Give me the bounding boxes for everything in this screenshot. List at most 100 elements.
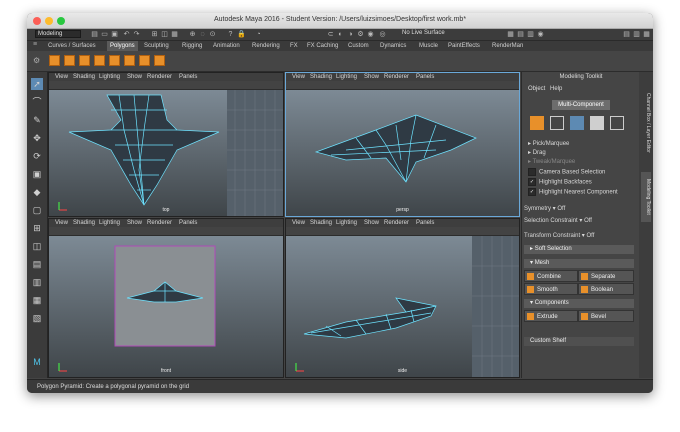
- select-hierarchy-icon[interactable]: ⊞: [151, 31, 158, 38]
- new-scene-icon[interactable]: ▤: [91, 31, 98, 38]
- poly-cone-icon[interactable]: [94, 55, 105, 66]
- transform-constraint-option[interactable]: Transform Constraint ▾ Off: [524, 232, 594, 240]
- viewport-top[interactable]: View Shading Lighting Show Renderer Pane…: [48, 72, 284, 217]
- layout-single-icon[interactable]: ▢: [31, 204, 43, 216]
- toolkit-menu-help[interactable]: Help: [550, 86, 562, 92]
- shelf-tab-curves-surfaces[interactable]: Curves / Surfaces: [45, 41, 99, 51]
- menu-lighting[interactable]: Lighting: [336, 74, 357, 80]
- poly-plane-icon[interactable]: [124, 55, 135, 66]
- layout-icon[interactable]: ▦: [507, 31, 514, 38]
- shelf-tab-muscle[interactable]: Muscle: [416, 41, 441, 51]
- select-object-icon[interactable]: ◫: [161, 31, 168, 38]
- render-icon[interactable]: ◐: [337, 31, 344, 38]
- paint-select-icon[interactable]: ✎: [31, 114, 43, 126]
- menu-renderer[interactable]: Renderer: [147, 220, 172, 226]
- layout-four-icon[interactable]: ⊞: [31, 222, 43, 234]
- viewport-toolbar[interactable]: [286, 81, 519, 90]
- poly-disc-icon[interactable]: [139, 55, 150, 66]
- history-icon[interactable]: ◔: [255, 31, 262, 38]
- attribute-editor-icon[interactable]: ▥: [633, 31, 640, 38]
- magnet-icon[interactable]: ⊂: [327, 31, 334, 38]
- viewport-toolbar[interactable]: [49, 227, 283, 236]
- face-mode-icon[interactable]: [590, 116, 604, 130]
- combine-button[interactable]: Combine: [524, 270, 578, 282]
- menu-show[interactable]: Show: [127, 74, 142, 80]
- layout-hypershade-icon[interactable]: ▦: [31, 294, 43, 306]
- shelf-tab-animation[interactable]: Animation: [210, 41, 243, 51]
- edge-mode-icon[interactable]: [570, 116, 584, 130]
- lasso-tool-icon[interactable]: ⌒: [31, 96, 43, 108]
- viewport-persp[interactable]: View Shading Lighting Show Renderer Pane…: [285, 72, 520, 217]
- menu-show[interactable]: Show: [127, 220, 142, 226]
- menu-panels[interactable]: Panels: [179, 220, 197, 226]
- select-tool-icon[interactable]: ➚: [31, 78, 43, 90]
- object-mode-icon[interactable]: [530, 116, 544, 130]
- viewport-side[interactable]: View Shading Lighting Show Renderer Pane…: [285, 218, 520, 378]
- shelf-menu-icon[interactable]: ≡: [33, 41, 37, 48]
- last-tool-icon[interactable]: ◆: [31, 186, 43, 198]
- separate-button[interactable]: Separate: [578, 270, 634, 282]
- panel-layout-icon[interactable]: ▤: [517, 31, 524, 38]
- tool-settings-icon[interactable]: ▦: [643, 31, 650, 38]
- shelf-tab-renderman[interactable]: RenderMan: [489, 41, 526, 51]
- pick-marquee-option[interactable]: ▸ Pick/Marquee: [528, 140, 569, 148]
- menu-show[interactable]: Show: [364, 74, 379, 80]
- menu-show[interactable]: Show: [364, 220, 379, 226]
- layout-side-icon[interactable]: ◫: [31, 240, 43, 252]
- menu-lighting[interactable]: Lighting: [99, 74, 120, 80]
- menu-shading[interactable]: Shading: [310, 220, 332, 226]
- live-surface-label[interactable]: No Live Surface: [402, 30, 445, 36]
- menu-shading[interactable]: Shading: [73, 220, 95, 226]
- layout-custom-icon[interactable]: ▧: [31, 312, 43, 324]
- snap-view-icon[interactable]: ?: [227, 31, 234, 38]
- undo-icon[interactable]: ↶: [123, 31, 130, 38]
- shelf-tab-custom[interactable]: Custom: [345, 41, 372, 51]
- mesh-header[interactable]: ▾ Mesh: [524, 259, 634, 268]
- bevel-button[interactable]: Bevel: [578, 310, 634, 322]
- menu-panels[interactable]: Panels: [416, 74, 434, 80]
- sidebar-toggle-icon[interactable]: ▤: [623, 31, 630, 38]
- menu-renderer[interactable]: Renderer: [384, 220, 409, 226]
- graph-icon[interactable]: ◉: [537, 31, 544, 38]
- layout-outliner-icon[interactable]: ▥: [31, 276, 43, 288]
- highlight-backfaces-checkbox[interactable]: ✓ Highlight Backfaces: [528, 178, 592, 186]
- menu-panels[interactable]: Panels: [179, 74, 197, 80]
- poly-torus-icon[interactable]: [109, 55, 120, 66]
- viewport-toolbar[interactable]: [286, 227, 519, 236]
- open-scene-icon[interactable]: ▭: [101, 31, 108, 38]
- drag-option[interactable]: ▸ Drag: [528, 149, 546, 157]
- components-header[interactable]: ▾ Components: [524, 299, 634, 308]
- ipr-icon[interactable]: ◑: [347, 31, 354, 38]
- poly-cylinder-icon[interactable]: [79, 55, 90, 66]
- viewport-front[interactable]: View Shading Lighting Show Renderer Pane…: [48, 218, 284, 378]
- redo-icon[interactable]: ↷: [133, 31, 140, 38]
- symmetry-option[interactable]: Symmetry ▾ Off: [524, 205, 565, 213]
- multi-component-button[interactable]: Multi-Component: [552, 100, 610, 110]
- menu-view[interactable]: View: [292, 74, 305, 80]
- hypershade-icon[interactable]: ◉: [367, 31, 374, 38]
- live-icon[interactable]: ◎: [379, 31, 386, 38]
- shelf-tab-fx-caching[interactable]: FX Caching: [304, 41, 341, 51]
- shelf-tab-polygons[interactable]: Polygons: [107, 41, 138, 51]
- rotate-tool-icon[interactable]: ⟳: [31, 150, 43, 162]
- menu-panels[interactable]: Panels: [416, 220, 434, 226]
- smooth-button[interactable]: Smooth: [524, 283, 578, 295]
- viewport-scene[interactable]: top: [49, 90, 283, 216]
- menu-shading[interactable]: Shading: [73, 74, 95, 80]
- menu-lighting[interactable]: Lighting: [99, 220, 120, 226]
- menu-view[interactable]: View: [292, 220, 305, 226]
- save-scene-icon[interactable]: ▣: [111, 31, 118, 38]
- move-tool-icon[interactable]: ✥: [31, 132, 43, 144]
- shelf-tab-painteffects[interactable]: PaintEffects: [445, 41, 483, 51]
- modeling-toolkit-tab[interactable]: Modeling Toolkit: [641, 172, 651, 222]
- select-component-icon[interactable]: ▦: [171, 31, 178, 38]
- outliner-icon[interactable]: ▥: [527, 31, 534, 38]
- scale-tool-icon[interactable]: ▣: [31, 168, 43, 180]
- menu-view[interactable]: View: [55, 74, 68, 80]
- extrude-button[interactable]: Extrude: [524, 310, 578, 322]
- viewport-scene[interactable]: front: [49, 236, 283, 377]
- shelf-options-icon[interactable]: ⚙: [33, 56, 40, 65]
- menu-view[interactable]: View: [55, 220, 68, 226]
- menu-shading[interactable]: Shading: [310, 74, 332, 80]
- menu-lighting[interactable]: Lighting: [336, 220, 357, 226]
